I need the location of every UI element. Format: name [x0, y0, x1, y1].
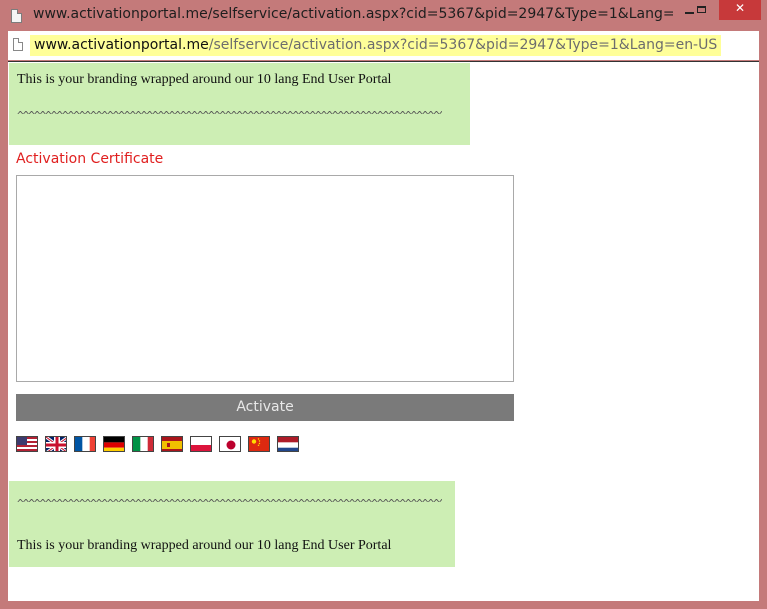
france-flag-icon[interactable] [74, 436, 96, 452]
url-host: www.activationportal.me [34, 37, 209, 53]
spain-flag-icon[interactable] [161, 436, 183, 452]
branding-squiggle: ^^^^^^^^^^^^^^^^^^^^^^^^^^^^^^^^^^^^^^^^… [17, 497, 442, 510]
title-bar[interactable]: www.activationportal.me/selfservice/acti… [0, 0, 767, 31]
activate-button[interactable]: Activate [16, 394, 514, 421]
branding-text: This is your branding wrapped around our… [17, 538, 392, 553]
window-title: www.activationportal.me/selfservice/acti… [33, 6, 673, 22]
italy-flag-icon[interactable] [132, 436, 154, 452]
us-flag-icon[interactable] [16, 436, 38, 452]
uk-flag-icon[interactable] [45, 436, 67, 452]
activation-certificate-input[interactable] [16, 175, 514, 382]
browser-window: www.activationportal.me/selfservice/acti… [0, 0, 767, 609]
branding-footer: ^^^^^^^^^^^^^^^^^^^^^^^^^^^^^^^^^^^^^^^^… [9, 481, 455, 567]
branding-text: This is your branding wrapped around our… [17, 72, 392, 87]
activation-certificate-label: Activation Certificate [16, 151, 164, 167]
germany-flag-icon[interactable] [103, 436, 125, 452]
poland-flag-icon[interactable] [190, 436, 212, 452]
close-button[interactable] [719, 0, 761, 20]
address-bar[interactable]: www.activationportal.me/selfservice/acti… [8, 31, 759, 60]
branding-squiggle: ^^^^^^^^^^^^^^^^^^^^^^^^^^^^^^^^^^^^^^^^… [17, 109, 442, 122]
netherlands-flag-icon[interactable] [277, 436, 299, 452]
page-content: This is your branding wrapped around our… [8, 61, 759, 601]
branding-header: This is your branding wrapped around our… [9, 63, 470, 145]
japan-flag-icon[interactable] [219, 436, 241, 452]
china-flag-icon[interactable] [248, 436, 270, 452]
url-field[interactable]: www.activationportal.me/selfservice/acti… [30, 35, 722, 56]
maximize-button[interactable] [689, 0, 715, 20]
page-icon [11, 9, 22, 23]
page-icon [13, 38, 23, 51]
url-path: /selfservice/activation.aspx?cid=5367&pi… [208, 37, 718, 53]
